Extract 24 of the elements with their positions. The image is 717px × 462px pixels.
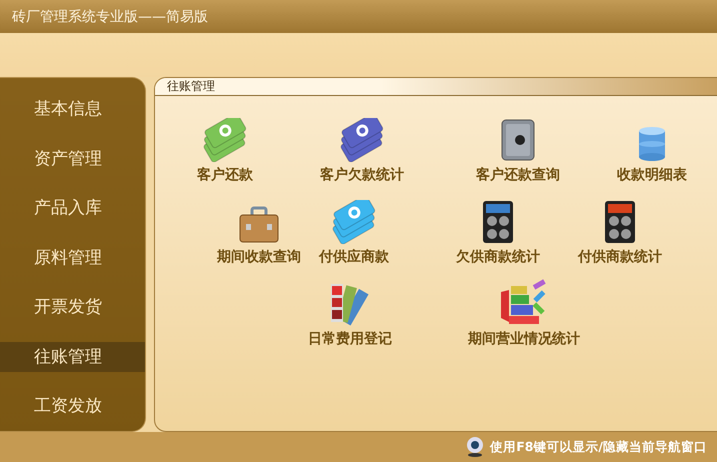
database-icon xyxy=(637,126,667,162)
sidebar-item[interactable]: 开票发货 xyxy=(0,282,145,332)
sidebar-item[interactable]: 往账管理 xyxy=(0,342,145,372)
shortcut-button[interactable]: 期间收款查询 xyxy=(213,198,305,266)
safe-icon xyxy=(500,118,536,162)
shortcut-button[interactable]: 欠供商款统计 xyxy=(452,198,544,266)
shortcut-button[interactable]: 客户还款查询 xyxy=(458,116,578,184)
panel-title: 往账管理 xyxy=(167,78,215,95)
shortcut-button[interactable]: 收款明细表 xyxy=(592,116,712,184)
webcam-icon xyxy=(466,437,484,457)
shortcut-button[interactable]: 付供应商款 xyxy=(308,198,400,266)
sidebar-item[interactable]: 产品入库 xyxy=(0,183,145,232)
sidebar-item[interactable]: 工资发放 xyxy=(0,381,145,430)
shortcut-button[interactable]: 付供商款统计 xyxy=(574,198,666,266)
shortcut-button[interactable]: 客户还款 xyxy=(165,116,285,184)
sidebar-item[interactable]: 基本信息 xyxy=(0,84,145,134)
briefcase-icon xyxy=(238,206,280,244)
sidebar-item[interactable]: 资产管理 xyxy=(0,134,145,183)
shortcut-button[interactable]: 期间营业情况统计 xyxy=(459,280,589,348)
shortcut-button[interactable]: 日常费用登记 xyxy=(285,280,415,348)
status-hint: 使用F8键可以显示/隐藏当前导航窗口 xyxy=(490,438,707,456)
sidebar-item[interactable]: 原料管理 xyxy=(0,232,145,282)
shortcut-button[interactable]: 客户欠款统计 xyxy=(302,116,422,184)
window-title: 砖厂管理系统专业版——简易版 xyxy=(12,8,208,26)
